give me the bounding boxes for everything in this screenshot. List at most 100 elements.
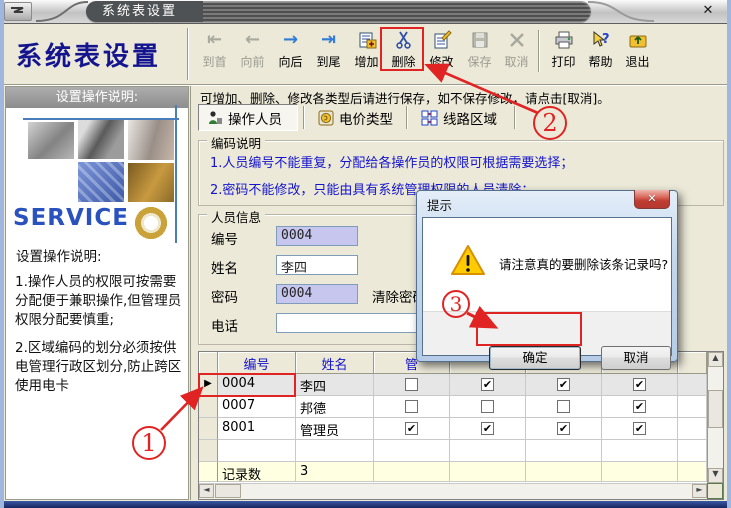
tab-label: 电价类型 bbox=[339, 108, 393, 128]
perm-cell[interactable] bbox=[602, 396, 678, 418]
tab-price-type[interactable]: 电价类型 bbox=[310, 104, 404, 131]
perm-cell[interactable] bbox=[602, 418, 678, 440]
first-arrow-icon: ⇤ bbox=[207, 28, 222, 52]
permission-checkbox[interactable] bbox=[481, 422, 494, 435]
name-field[interactable]: 李四 bbox=[276, 255, 358, 275]
perm-cell[interactable] bbox=[602, 374, 678, 396]
table-row[interactable]: 8001 管理员 bbox=[199, 418, 707, 440]
help-button[interactable]: ? 帮助 bbox=[582, 28, 619, 74]
print-button[interactable]: 打印 bbox=[545, 28, 582, 74]
sidebar-header: 设置操作说明: bbox=[6, 87, 188, 108]
horizontal-scrollbar[interactable]: ◄ ► bbox=[199, 483, 707, 499]
help-cursor-icon: ? bbox=[590, 28, 612, 52]
vscroll-thumb[interactable] bbox=[708, 390, 723, 428]
perm-cell[interactable] bbox=[526, 396, 602, 418]
permission-checkbox[interactable] bbox=[557, 400, 570, 413]
table-row[interactable]: 0007 邦德 bbox=[199, 396, 707, 418]
permission-checkbox[interactable] bbox=[405, 400, 418, 413]
row-selector[interactable] bbox=[199, 396, 218, 418]
title-bar: 系统表设置 ✕ bbox=[0, 0, 731, 24]
button-label: 取消 bbox=[504, 53, 528, 70]
photo-tile-chisels bbox=[128, 120, 174, 160]
cancel-button[interactable]: 取消 bbox=[498, 28, 535, 74]
empty-cell bbox=[602, 440, 678, 462]
footer-cell bbox=[374, 462, 450, 482]
ok-button[interactable]: 确定 bbox=[489, 346, 581, 370]
perm-cell[interactable] bbox=[374, 374, 450, 396]
save-button[interactable]: 保存 bbox=[461, 28, 498, 74]
svg-text:?: ? bbox=[602, 32, 610, 47]
extra-cell bbox=[678, 418, 707, 440]
close-icon[interactable]: ✕ bbox=[695, 2, 721, 20]
perm-cell[interactable] bbox=[374, 396, 450, 418]
perm-cell[interactable] bbox=[450, 418, 526, 440]
name-column-header[interactable]: 姓名 bbox=[296, 352, 374, 374]
dialog-title: 提示 bbox=[427, 195, 452, 214]
dialog-close-icon[interactable]: ✕ bbox=[634, 190, 670, 209]
button-label: 增加 bbox=[354, 53, 378, 70]
scroll-right-icon[interactable]: ► bbox=[692, 484, 707, 498]
code-cell[interactable]: 8001 bbox=[218, 418, 296, 440]
warning-icon bbox=[450, 244, 486, 276]
row-selector[interactable] bbox=[199, 418, 218, 440]
tab-separator bbox=[303, 106, 305, 129]
tab-operators[interactable]: 操作人员 bbox=[198, 104, 298, 131]
annotation-box-delete bbox=[380, 27, 424, 71]
nav-next-button[interactable]: → 向后 bbox=[272, 28, 309, 74]
perm-cell[interactable] bbox=[374, 418, 450, 440]
permission-checkbox[interactable] bbox=[633, 422, 646, 435]
footer-cell bbox=[526, 462, 602, 482]
scroll-down-icon[interactable]: ▼ bbox=[708, 468, 723, 483]
name-field-label: 姓名 bbox=[211, 257, 238, 277]
name-cell[interactable]: 李四 bbox=[296, 374, 374, 396]
name-cell[interactable]: 管理员 bbox=[296, 418, 374, 440]
photo-tile-gold bbox=[128, 163, 174, 202]
permission-checkbox[interactable] bbox=[557, 422, 570, 435]
dialog-cancel-button[interactable]: 取消 bbox=[601, 346, 671, 370]
title-pill: 系统表设置 bbox=[86, 1, 591, 22]
permission-checkbox[interactable] bbox=[481, 400, 494, 413]
perm-cell[interactable] bbox=[526, 418, 602, 440]
button-label: 到首 bbox=[202, 53, 226, 70]
hscroll-thumb[interactable] bbox=[215, 484, 241, 498]
window-bottom-border bbox=[0, 501, 731, 508]
empty-cell bbox=[526, 440, 602, 462]
row-selector bbox=[199, 440, 218, 462]
exit-button[interactable]: 退出 bbox=[619, 28, 656, 74]
nav-last-button[interactable]: ⇥ 到尾 bbox=[310, 28, 347, 74]
nav-first-button[interactable]: ⇤ 到首 bbox=[196, 28, 233, 74]
permission-checkbox[interactable] bbox=[633, 378, 646, 391]
app-logo-icon[interactable] bbox=[4, 2, 32, 21]
code-cell[interactable]: 0007 bbox=[218, 396, 296, 418]
cancel-x-icon bbox=[507, 28, 527, 52]
permission-checkbox[interactable] bbox=[405, 378, 418, 391]
scroll-left-icon[interactable]: ◄ bbox=[199, 484, 214, 498]
permission-checkbox[interactable] bbox=[633, 400, 646, 413]
perm-cell[interactable] bbox=[450, 374, 526, 396]
button-label: 到尾 bbox=[316, 53, 340, 70]
record-count-label: 记录数 bbox=[218, 462, 296, 482]
annotation-circle-3: 3 bbox=[442, 290, 470, 318]
permission-checkbox[interactable] bbox=[405, 422, 418, 435]
modify-button[interactable]: 修改 bbox=[423, 28, 460, 74]
grid-corner-box bbox=[707, 483, 723, 499]
scroll-up-icon[interactable]: ▲ bbox=[708, 352, 723, 367]
tab-label: 操作人员 bbox=[228, 108, 282, 128]
code-field[interactable]: 0004 bbox=[276, 226, 358, 246]
perm-cell[interactable] bbox=[450, 396, 526, 418]
vertical-scrollbar[interactable]: ▲ ▼ bbox=[707, 352, 723, 483]
nav-prev-button[interactable]: ← 向前 bbox=[234, 28, 271, 74]
exit-icon bbox=[628, 28, 648, 52]
annotation-circle-1: 1 bbox=[132, 426, 166, 460]
empty-cell bbox=[678, 440, 707, 462]
code-column-header[interactable]: 编号 bbox=[218, 352, 296, 374]
perm-cell[interactable] bbox=[526, 374, 602, 396]
button-label: 向后 bbox=[278, 53, 302, 70]
name-cell[interactable]: 邦德 bbox=[296, 396, 374, 418]
titlebar-curve-decor bbox=[34, 0, 90, 24]
password-field[interactable]: 0004 bbox=[276, 284, 358, 304]
permission-checkbox[interactable] bbox=[557, 378, 570, 391]
permission-checkbox[interactable] bbox=[481, 378, 494, 391]
empty-cell bbox=[296, 440, 374, 462]
tab-line-area[interactable]: 线路区域 bbox=[413, 104, 511, 131]
